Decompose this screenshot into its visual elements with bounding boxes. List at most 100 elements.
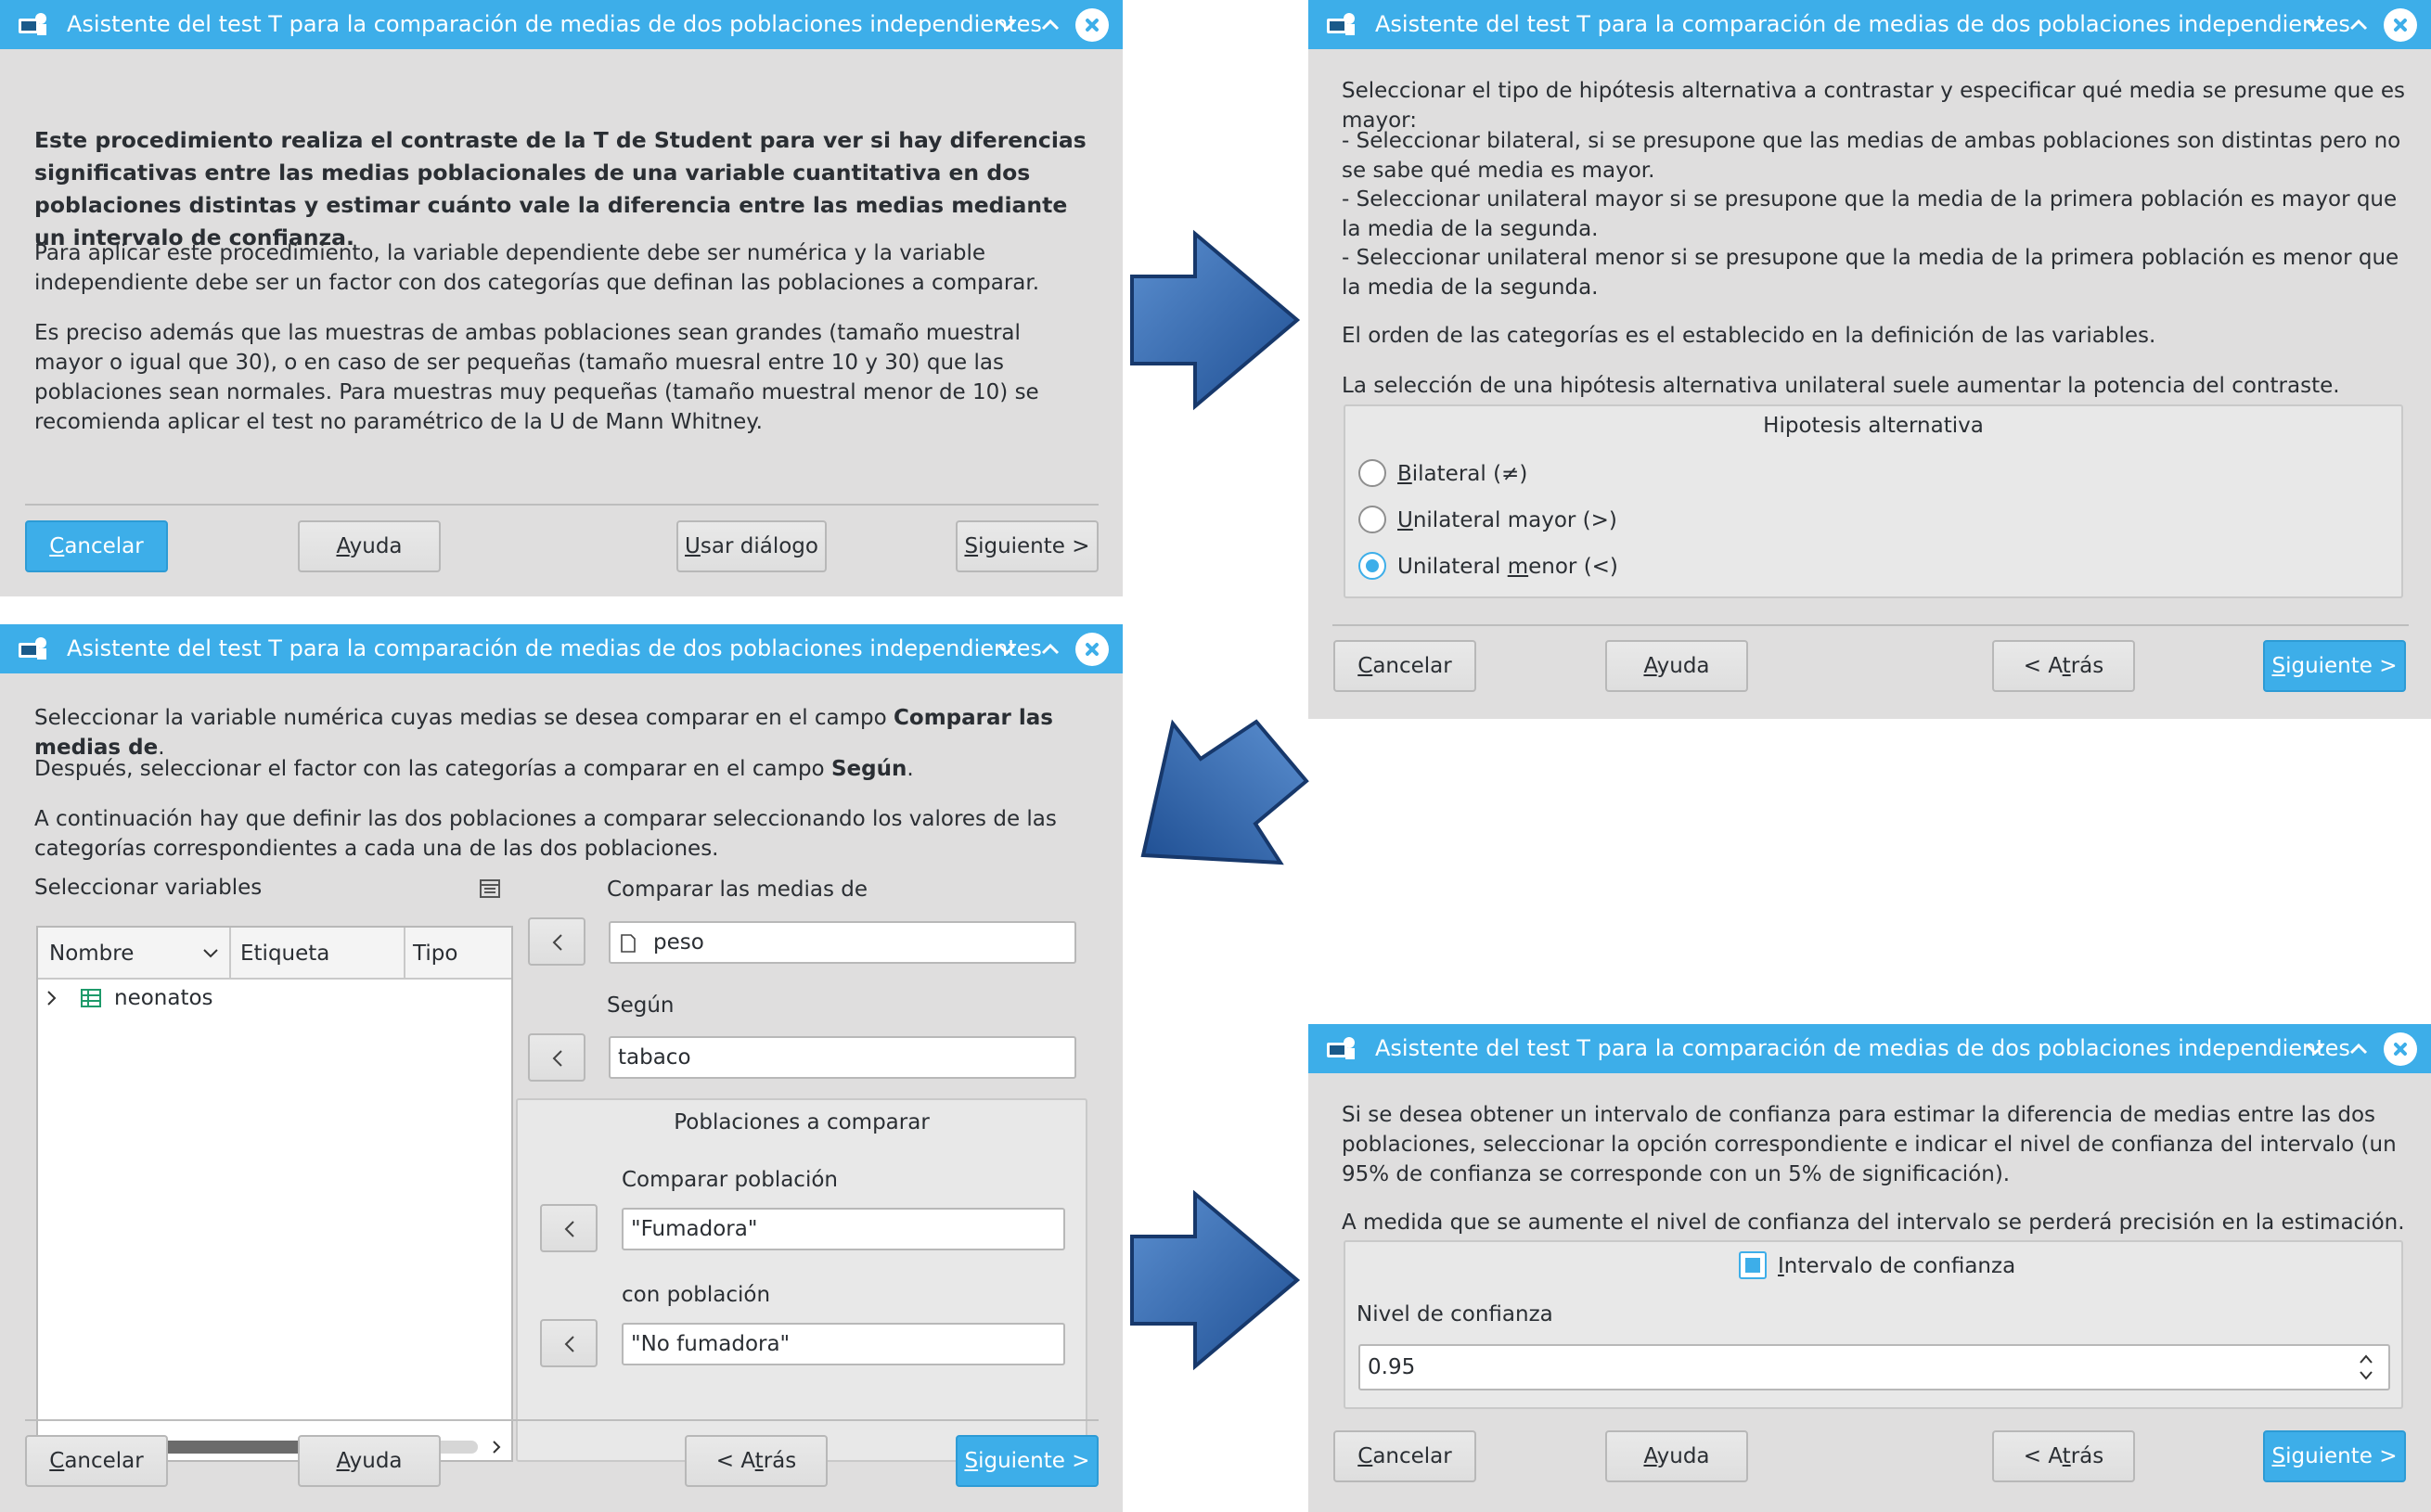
spinner-arrows-icon[interactable]: [2357, 1352, 2375, 1383]
title-bar[interactable]: Asistente del test T para la comparación…: [0, 0, 1123, 49]
tree-item-neonatos[interactable]: neonatos: [38, 981, 511, 1015]
close-icon[interactable]: [1075, 8, 1109, 42]
next-button[interactable]: Siguiente >: [956, 520, 1099, 572]
title-bar[interactable]: Asistente del test T para la comparación…: [0, 624, 1123, 673]
minimize-icon[interactable]: [994, 12, 1020, 38]
help-button[interactable]: Ayuda: [298, 1435, 441, 1487]
title-bar[interactable]: Asistente del test T para la comparación…: [1308, 0, 2431, 49]
confidence-explanation: Si se desea obtener un intervalo de conf…: [1342, 1103, 2397, 1186]
close-icon[interactable]: [2384, 1032, 2417, 1066]
radio-indicator[interactable]: [1358, 459, 1386, 487]
intro-text: Este procedimiento realiza el contraste …: [34, 127, 1087, 250]
remove-factor-button[interactable]: [528, 1033, 585, 1082]
segun-field[interactable]: tabaco: [609, 1036, 1076, 1079]
variables-tree[interactable]: Nombre Etiqueta Tipo neonatos: [36, 926, 513, 1462]
instruction-factor: Después, seleccionar el factor con las c…: [34, 757, 914, 781]
population2-label: con población: [622, 1283, 771, 1307]
checkbox-indicator[interactable]: [1739, 1251, 1767, 1279]
less-explanation: - Seleccionar unilateral menor si se pre…: [1342, 246, 2399, 300]
power-note: La selección de una hipótesis alternativ…: [1342, 374, 2340, 398]
chevron-right-icon[interactable]: [45, 990, 58, 1006]
radio-indicator[interactable]: [1358, 506, 1386, 533]
flow-arrow-right-2: [1130, 1189, 1301, 1371]
scroll-right-icon[interactable]: [491, 1440, 502, 1454]
radio-greater[interactable]: Unilateral mayor (>): [1358, 504, 1730, 537]
back-button[interactable]: < Atrás: [1992, 640, 2135, 692]
cancel-button[interactable]: Cancelar: [25, 520, 168, 572]
compare-label: Comparar las medias de: [607, 878, 868, 902]
cancel-button[interactable]: Cancelar: [1333, 640, 1476, 692]
wizard-step-variables: Asistente del test T para la comparación…: [0, 624, 1123, 1512]
app-icon: [1327, 1037, 1355, 1059]
select-variables-label: Seleccionar variables: [34, 876, 263, 900]
window-title: Asistente del test T para la comparación…: [67, 635, 1042, 661]
cancel-button[interactable]: Cancelar: [25, 1435, 168, 1487]
maximize-icon[interactable]: [1037, 12, 1063, 38]
populations-group: Poblaciones a comparar Comparar població…: [516, 1098, 1087, 1462]
remove-compare-button[interactable]: [528, 917, 585, 966]
bilateral-explanation: - Seleccionar bilateral, si se presupone…: [1342, 129, 2401, 183]
minimize-icon[interactable]: [2302, 12, 2328, 38]
confidence-level-label: Nivel de confianza: [1357, 1302, 1553, 1326]
use-dialog-button[interactable]: Usar diálogo: [676, 520, 827, 572]
confidence-level-spinbox[interactable]: 0.95: [1358, 1344, 2390, 1390]
help-button[interactable]: Ayuda: [298, 520, 441, 572]
flow-arrow-right-1: [1130, 229, 1301, 411]
next-button[interactable]: Siguiente >: [956, 1435, 1099, 1487]
radio-bilateral[interactable]: Bilateral (≠): [1358, 457, 1730, 491]
group-title: Poblaciones a comparar: [674, 1110, 930, 1134]
help-button[interactable]: Ayuda: [1605, 1430, 1748, 1482]
column-label[interactable]: Etiqueta: [240, 939, 329, 968]
wizard-step-confidence: Asistente del test T para la comparación…: [1308, 1024, 2431, 1512]
flow-arrow-diagonal: [1140, 719, 1309, 865]
minimize-icon[interactable]: [2302, 1036, 2328, 1062]
view-options-icon[interactable]: [479, 878, 501, 899]
table-icon: [81, 989, 101, 1007]
hypothesis-group: Hipotesis alternativa Bilateral (≠) Unil…: [1344, 404, 2403, 598]
app-icon: [1327, 13, 1355, 35]
back-button[interactable]: < Atrás: [1992, 1430, 2135, 1482]
chevron-left-icon: [552, 934, 562, 951]
segun-label: Según: [607, 993, 675, 1018]
precision-note: A medida que se aumente el nivel de conf…: [1342, 1211, 2405, 1235]
close-icon[interactable]: [1075, 633, 1109, 666]
confidence-group: Intervalo de confianza Nivel de confianz…: [1344, 1240, 2403, 1409]
chevron-left-icon: [564, 1336, 574, 1352]
compare-field[interactable]: peso: [609, 921, 1076, 964]
app-icon: [19, 637, 46, 660]
next-button[interactable]: Siguiente >: [2263, 1430, 2406, 1482]
order-note: El orden de las categorías es el estable…: [1342, 324, 2156, 348]
numeric-variable-icon: [621, 934, 636, 953]
chevron-left-icon: [552, 1050, 562, 1067]
title-bar[interactable]: Asistente del test T para la comparación…: [1308, 1024, 2431, 1073]
column-type[interactable]: Tipo: [413, 939, 457, 968]
close-icon[interactable]: [2384, 8, 2417, 42]
column-name[interactable]: Nombre: [49, 939, 134, 968]
next-button[interactable]: Siguiente >: [2263, 640, 2406, 692]
separator: [1332, 624, 2409, 626]
remove-population1-button[interactable]: [540, 1204, 598, 1252]
chevron-left-icon: [564, 1221, 574, 1237]
remove-population2-button[interactable]: [540, 1319, 598, 1367]
window-title: Asistente del test T para la comparación…: [1375, 1035, 2350, 1061]
help-button[interactable]: Ayuda: [1605, 640, 1748, 692]
minimize-icon[interactable]: [994, 636, 1020, 662]
window-title: Asistente del test T para la comparación…: [67, 11, 1042, 37]
tree-header: Nombre Etiqueta Tipo: [38, 928, 511, 980]
confidence-interval-checkbox[interactable]: Intervalo de confianza: [1739, 1249, 2017, 1283]
chevron-down-icon[interactable]: [201, 946, 220, 961]
sample-size-text: Es preciso además que las muestras de am…: [34, 321, 1039, 434]
population1-field[interactable]: "Fumadora": [622, 1208, 1065, 1250]
back-button[interactable]: < Atrás: [685, 1435, 828, 1487]
greater-explanation: - Seleccionar unilateral mayor si se pre…: [1342, 187, 2398, 241]
maximize-icon[interactable]: [2346, 12, 2372, 38]
radio-less[interactable]: Unilateral menor (<): [1358, 550, 1730, 583]
cancel-button[interactable]: Cancelar: [1333, 1430, 1476, 1482]
wizard-step-hypothesis: Asistente del test T para la comparación…: [1308, 0, 2431, 719]
requirements-text: Para aplicar este procedimiento, la vari…: [34, 241, 1040, 295]
maximize-icon[interactable]: [2346, 1036, 2372, 1062]
radio-indicator[interactable]: [1358, 552, 1386, 580]
maximize-icon[interactable]: [1037, 636, 1063, 662]
population2-field[interactable]: "No fumadora": [622, 1323, 1065, 1365]
app-icon: [19, 13, 46, 35]
